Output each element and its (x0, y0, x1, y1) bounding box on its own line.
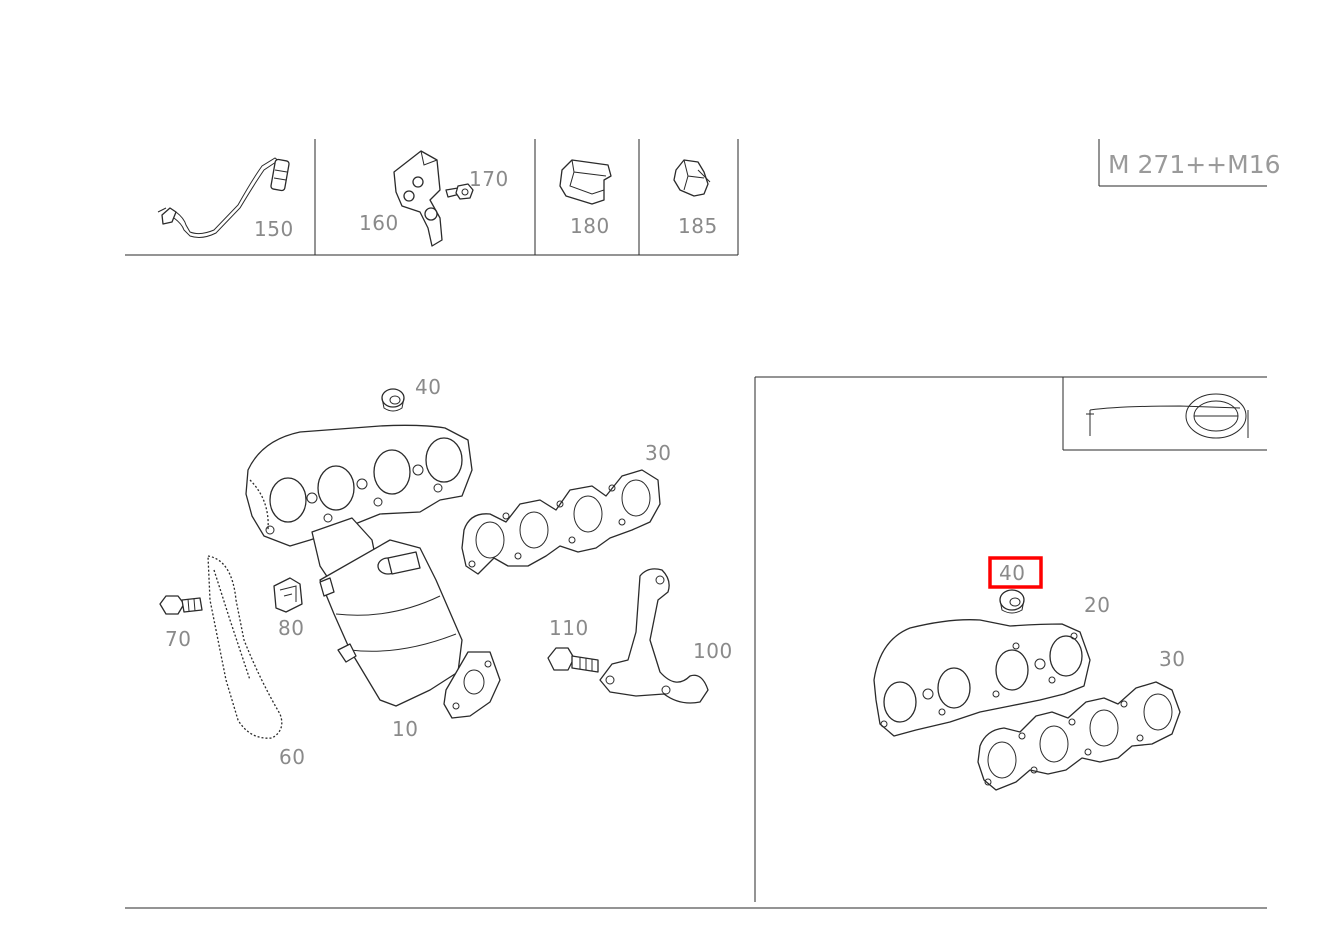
nut-40-variant-part[interactable] (999, 589, 1025, 614)
callout-160[interactable]: 160 (359, 211, 399, 235)
callout-100[interactable]: 100 (693, 639, 733, 663)
clip-80-part[interactable] (273, 577, 303, 613)
callout-170[interactable]: 170 (469, 167, 509, 191)
callout-80[interactable]: 80 (278, 616, 304, 640)
callout-40-right[interactable]: 40 (999, 561, 1025, 585)
support-bracket-100-part[interactable] (599, 568, 709, 704)
exhaust-manifold-catalytic-converter-part[interactable] (245, 424, 501, 719)
mounting-bracket-part[interactable] (393, 150, 443, 247)
callout-30-left[interactable]: 30 (645, 441, 671, 465)
heat-shield-60-part[interactable] (207, 555, 283, 739)
callout-180[interactable]: 180 (570, 214, 610, 238)
vehicle-model-icon (1086, 393, 1249, 439)
bolt-110-part[interactable] (547, 647, 599, 673)
callout-30-right[interactable]: 30 (1159, 647, 1185, 671)
callout-110[interactable]: 110 (549, 616, 589, 640)
bolt-70-part[interactable] (159, 595, 203, 615)
engine-reference-label: M 271++M16 (1098, 139, 1281, 187)
callout-185[interactable]: 185 (678, 214, 718, 238)
callout-60[interactable]: 60 (279, 745, 305, 769)
manifold-gasket-30-part[interactable] (461, 469, 661, 575)
callout-70[interactable]: 70 (165, 627, 191, 651)
callout-20[interactable]: 20 (1084, 593, 1110, 617)
heat-shield-clip-part[interactable] (559, 159, 612, 205)
callout-40-left[interactable]: 40 (415, 375, 441, 399)
callout-150[interactable]: 150 (254, 217, 294, 241)
retainer-185-part[interactable] (673, 159, 711, 197)
parts-diagram: 150 160 170 180 185 M 271++M16 40 10 30 … (125, 139, 1281, 909)
callout-10[interactable]: 10 (392, 717, 418, 741)
engine-code-text: M 271++M16 (1108, 150, 1281, 179)
nut-40-part[interactable] (381, 388, 405, 412)
